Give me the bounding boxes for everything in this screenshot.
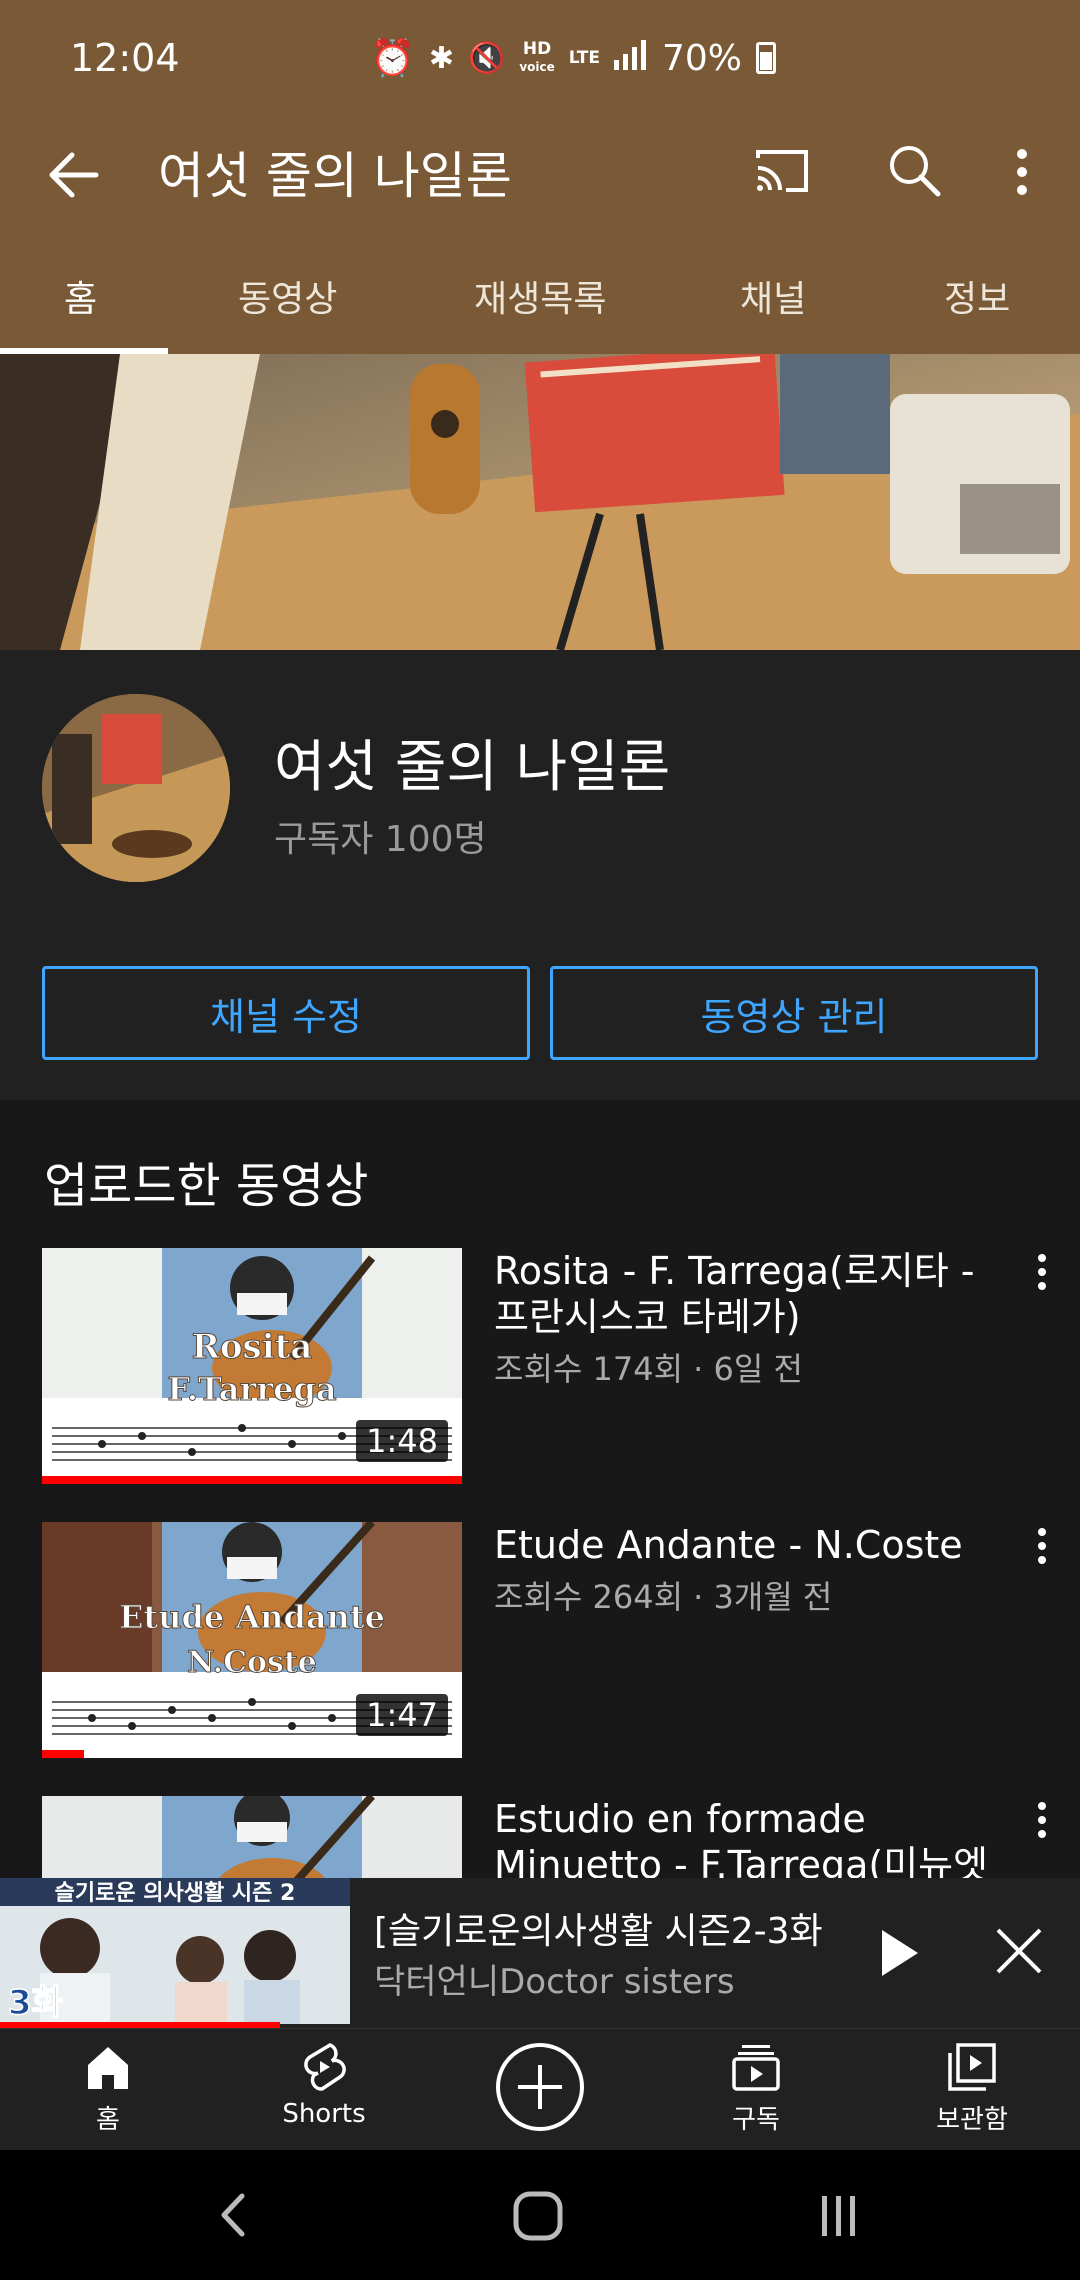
- cast-button[interactable]: [752, 142, 812, 202]
- system-back-icon[interactable]: [210, 2190, 260, 2240]
- app-bar-title: 여섯 줄의 나일론: [158, 147, 512, 205]
- nav-subscriptions-label: 구독: [732, 2105, 780, 2135]
- app-bar: 여섯 줄의 나일론: [0, 104, 1080, 254]
- video-more-button[interactable]: [1022, 1796, 1062, 1856]
- thumbnail-subtitle-text: F.Tarrega: [167, 1370, 336, 1408]
- watch-progress: [42, 1476, 462, 1484]
- cast-icon: [756, 150, 808, 192]
- video-title[interactable]: Estudio en formade Minuetto - F.Tarrega(…: [494, 1796, 994, 1888]
- tab-about[interactable]: 정보: [944, 270, 1010, 322]
- battery-percent: 70%: [662, 37, 743, 79]
- channel-header: 여섯 줄의 나일론 구독자 100명 채널 수정 동영상 관리: [0, 650, 1080, 1100]
- video-more-button[interactable]: [1022, 1522, 1062, 1582]
- avatar-image: [42, 694, 230, 882]
- tab-channels[interactable]: 채널: [740, 270, 806, 322]
- status-bar: 12:04 ⏰ ✱ 🔇 HD voice LTE 70%: [0, 0, 1080, 104]
- hd-voice-indicator: HD voice: [519, 38, 555, 74]
- alarm-icon: ⏰: [370, 38, 415, 79]
- search-icon: [890, 146, 941, 197]
- video-more-button[interactable]: [1022, 1248, 1062, 1308]
- video-title[interactable]: Etude Andante - N.Coste: [494, 1522, 994, 1568]
- video-meta: 조회수 264회 · 3개월 전: [494, 1578, 833, 1616]
- miniplayer-thumb-episode: 3화: [8, 1983, 63, 2023]
- more-vert-icon: [1017, 149, 1027, 195]
- signal-icon: [614, 38, 648, 79]
- subscriber-count: 구독자 100명: [274, 819, 487, 860]
- system-navigation-bar: [0, 2150, 1080, 2280]
- miniplayer[interactable]: 슬기로운 의사생활 시즌 2 3화 [슬기로운의사생활 시즌2-3화.. 닥터언…: [0, 1878, 1080, 2028]
- video-thumbnail[interactable]: Rosita F.Tarrega 1:48: [42, 1248, 462, 1484]
- channel-tabs: 홈 동영상 재생목록 채널 정보: [0, 254, 1080, 354]
- tab-videos[interactable]: 동영상: [238, 270, 337, 322]
- status-icons: ⏰ ✱ 🔇 HD voice LTE 70%: [370, 36, 777, 80]
- library-icon: [948, 2043, 996, 2091]
- home-icon: [88, 2047, 128, 2089]
- subscriptions-icon: [732, 2045, 780, 2091]
- miniplayer-play-button[interactable]: [862, 1918, 932, 1988]
- close-icon: [996, 1928, 1042, 1974]
- status-time: 12:04: [70, 36, 180, 80]
- miniplayer-image: 슬기로운 의사생활 시즌 2 3화: [0, 1878, 350, 2024]
- miniplayer-thumb-caption: 슬기로운 의사생활 시즌 2: [55, 1881, 296, 1906]
- mute-icon: 🔇: [467, 40, 506, 76]
- more-options-button[interactable]: [1000, 140, 1044, 204]
- tab-playlists[interactable]: 재생목록: [474, 270, 606, 322]
- search-button[interactable]: [884, 140, 944, 200]
- channel-name: 여섯 줄의 나일론: [274, 735, 671, 800]
- miniplayer-title[interactable]: [슬기로운의사생활 시즌2-3화..: [374, 1902, 824, 1954]
- video-duration: 1:47: [356, 1694, 448, 1736]
- nav-shorts-label: Shorts: [282, 2099, 366, 2129]
- bluetooth-icon: ✱: [428, 40, 454, 76]
- battery-icon: [756, 42, 777, 74]
- video-item[interactable]: Rosita F.Tarrega 1:48 Rosita - F. Tarreg…: [42, 1248, 1080, 1484]
- thumbnail-subtitle-text: N.Coste: [187, 1645, 317, 1680]
- play-icon: [882, 1930, 918, 1976]
- thumbnail-title-text: Rosita: [192, 1327, 313, 1367]
- edit-channel-button[interactable]: 채널 수정: [42, 966, 530, 1060]
- shorts-icon: [304, 2043, 346, 2091]
- more-vert-icon: [1038, 1254, 1046, 1290]
- video-meta: 조회수 174회 · 6일 전: [494, 1350, 803, 1388]
- create-button[interactable]: [460, 2037, 620, 2147]
- miniplayer-close-button[interactable]: [984, 1916, 1054, 1986]
- lte-indicator: LTE: [568, 47, 600, 68]
- add-circle-icon: [496, 2043, 584, 2131]
- nav-home[interactable]: 홈: [28, 2039, 188, 2149]
- nav-home-label: 홈: [96, 2105, 120, 2135]
- back-arrow-icon: [49, 152, 99, 198]
- video-title[interactable]: Rosita - F. Tarrega(로지타 - 프란시스코 타레가): [494, 1248, 994, 1340]
- back-button[interactable]: [40, 140, 110, 210]
- uploads-section-title: 업로드한 동영상: [44, 1158, 369, 1214]
- bottom-navigation: 홈 Shorts 구독 보관함: [0, 2028, 1080, 2151]
- banner-image: [0, 354, 1080, 650]
- channel-avatar[interactable]: [42, 694, 230, 882]
- miniplayer-thumbnail[interactable]: 슬기로운 의사생활 시즌 2 3화: [0, 1878, 350, 2024]
- system-home-icon[interactable]: [512, 2190, 564, 2242]
- watch-progress: [42, 1750, 84, 1758]
- tab-home[interactable]: 홈: [64, 270, 97, 322]
- nav-library-label: 보관함: [936, 2105, 1008, 2135]
- nav-shorts[interactable]: Shorts: [244, 2039, 404, 2149]
- video-thumbnail[interactable]: Etude Andante N.Coste 1:47: [42, 1522, 462, 1758]
- nav-subscriptions[interactable]: 구독: [676, 2039, 836, 2149]
- thumbnail-title-text: Etude Andante: [119, 1598, 385, 1636]
- more-vert-icon: [1038, 1802, 1046, 1838]
- miniplayer-channel: 닥터언니Doctor sisters: [374, 1962, 735, 2002]
- nav-library[interactable]: 보관함: [892, 2039, 1052, 2149]
- video-duration: 1:48: [356, 1420, 448, 1462]
- manage-videos-button[interactable]: 동영상 관리: [550, 966, 1038, 1060]
- channel-banner: [0, 354, 1080, 650]
- system-recents-icon[interactable]: [814, 2190, 864, 2240]
- more-vert-icon: [1038, 1528, 1046, 1564]
- video-item[interactable]: Etude Andante N.Coste 1:47 Etude Andante…: [42, 1522, 1080, 1758]
